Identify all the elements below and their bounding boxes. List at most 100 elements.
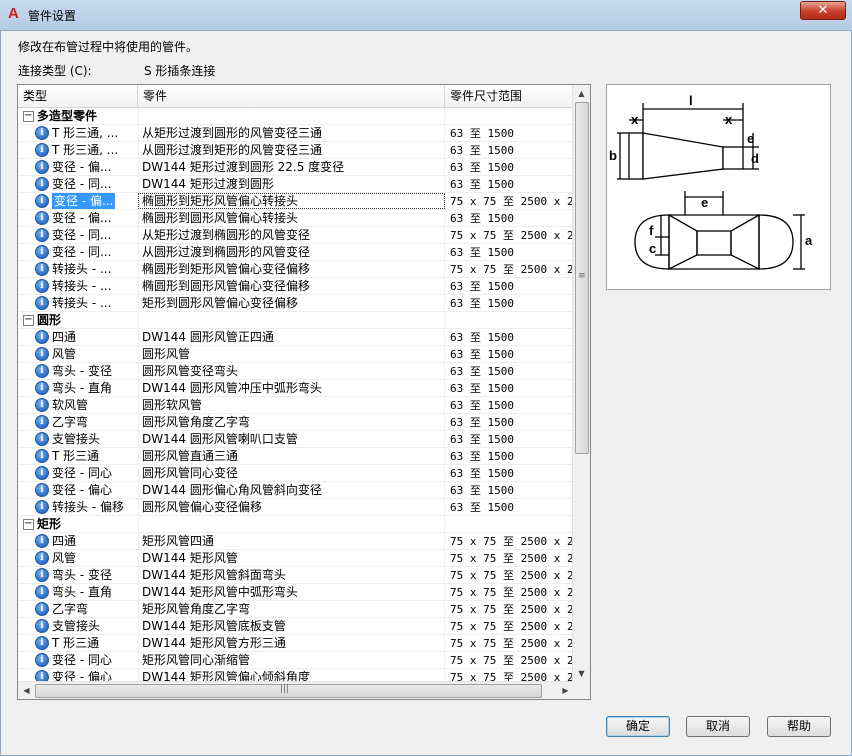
table-row[interactable]: i 弯头 - 变径 圆形风管变径弯头 63 至 1500 xyxy=(18,363,574,380)
part-cell[interactable]: 矩形风管四通 xyxy=(138,533,445,549)
ok-button[interactable]: 确定 xyxy=(606,716,670,737)
table-row[interactable]: i 变径 - 偏... 椭圆形到圆形风管偏心转接头 63 至 1500 xyxy=(18,210,574,227)
group-row[interactable]: − 多造型零件 xyxy=(18,108,574,125)
table-row[interactable]: i 变径 - 同心 圆形风管同心变径 63 至 1500 xyxy=(18,465,574,482)
table-row[interactable]: i 软风管 圆形软风管 63 至 1500 xyxy=(18,397,574,414)
table-row[interactable]: i 转接头 - 偏移 圆形风管偏心变径偏移 63 至 1500 xyxy=(18,499,574,516)
column-header-range[interactable]: 零件尺寸范围 xyxy=(445,85,574,107)
table-row[interactable]: i变径 - 同心矩形风管同心渐缩管75 x 75 至 2500 x 2500 xyxy=(18,652,574,669)
vertical-scrollbar[interactable]: ▲ ≡ ▼ xyxy=(572,85,590,682)
fitting-type: 变径 - 同... xyxy=(52,177,112,191)
fitting-type: T 形三通 xyxy=(52,449,100,463)
type-cell: i 乙字弯 xyxy=(18,414,139,430)
part-cell[interactable]: 圆形风管 xyxy=(138,346,445,362)
table-row[interactable]: iT 形三通 圆形风管直通三通 63 至 1500 xyxy=(18,448,574,465)
part-cell[interactable]: 圆形风管直通三通 xyxy=(138,448,445,464)
type-cell: i 变径 - 同... xyxy=(18,227,139,243)
table-row[interactable]: i 转接头 - ... 椭圆形到圆形风管偏心变径偏移 63 至 1500 xyxy=(18,278,574,295)
fitting-type: T 形三通 xyxy=(52,636,100,650)
part-cell[interactable]: DW144 矩形风管底板支管 xyxy=(138,618,445,634)
cancel-button[interactable]: 取消 xyxy=(686,716,750,737)
part-cell[interactable]: 圆形风管变径弯头 xyxy=(138,363,445,379)
table-row[interactable]: i 弯头 - 直角 DW144 圆形风管冲压中弧形弯头 63 至 1500 xyxy=(18,380,574,397)
table-row[interactable]: i 乙字弯 圆形风管角度乙字弯 63 至 1500 xyxy=(18,414,574,431)
part-cell[interactable]: DW144 圆形风管喇叭口支管 xyxy=(138,431,445,447)
scroll-down-arrow-icon[interactable]: ▼ xyxy=(573,665,590,682)
part-cell[interactable]: 矩形到圆形风管偏心变径偏移 xyxy=(138,295,445,311)
table-row[interactable]: i 弯头 - 变径 DW144 矩形风管斜面弯头 75 x 75 至 2500 x 2… xyxy=(18,567,574,584)
part-cell[interactable]: DW144 矩形风管中弧形弯头 xyxy=(138,584,445,600)
collapse-icon[interactable]: − xyxy=(23,315,34,326)
part-cell[interactable]: 椭圆形到圆形风管偏心变径偏移 xyxy=(138,278,445,294)
column-header-part[interactable]: 零件 xyxy=(138,85,445,107)
fittings-list[interactable]: 类型 零件 零件尺寸范围 − 多造型零件 i T 形三通, ... 从矩形过渡到圆形的风… xyxy=(17,84,591,700)
part-cell[interactable]: 矩形风管角度乙字弯 xyxy=(138,601,445,617)
title-bar[interactable]: A 管件设置 ✕ xyxy=(0,0,852,31)
type-cell: i 风管 xyxy=(18,346,139,362)
range-cell: 63 至 1500 xyxy=(450,161,514,174)
table-row[interactable]: iT 形三通, ... 从矩形过渡到圆形的风管变径三通 63 至 1500 xyxy=(18,125,574,142)
part-cell[interactable]: 圆形软风管 xyxy=(138,397,445,413)
part-cell[interactable]: 椭圆形到圆形风管偏心转接头 xyxy=(138,210,445,226)
fitting-type: 支管接头 xyxy=(52,619,101,633)
table-row[interactable]: i 转接头 - ... 椭圆形到矩形风管偏心变径偏移 75 x 75 至 2500 x… xyxy=(18,261,574,278)
part-cell[interactable]: DW144 矩形过渡到圆形 22.5 度变径 xyxy=(138,159,445,175)
part-cell[interactable]: DW144 矩形风管 xyxy=(138,550,445,566)
part-cell[interactable]: 从矩形过渡到椭圆形的风管变径 xyxy=(138,227,445,243)
part-cell[interactable]: 从矩形过渡到圆形的风管变径三通 xyxy=(138,125,445,141)
table-row[interactable]: i 转接头 - ... 矩形到圆形风管偏心变径偏移 63 至 1500 xyxy=(18,295,574,312)
table-row[interactable]: i 变径 - 偏心 DW144 圆形偏心角风管斜向变径 63 至 1500 xyxy=(18,482,574,499)
horizontal-scrollbar[interactable]: ◀ ||| ▶ xyxy=(18,681,574,699)
scroll-left-arrow-icon[interactable]: ◀ xyxy=(18,682,35,699)
table-row[interactable]: i 弯头 - 直角 DW144 矩形风管中弧形弯头 75 x 75 至 2500 x … xyxy=(18,584,574,601)
part-cell[interactable]: 椭圆形到矩形风管偏心转接头 xyxy=(138,193,445,209)
part-cell[interactable]: 圆形风管偏心变径偏移 xyxy=(138,499,445,515)
part-cell[interactable]: DW144 矩形过渡到圆形 xyxy=(138,176,445,192)
part-cell[interactable]: 从圆形过渡到矩形的风管变径三通 xyxy=(138,142,445,158)
collapse-icon[interactable]: − xyxy=(23,519,34,530)
type-cell: i 变径 - 偏... xyxy=(18,159,139,175)
table-row[interactable]: iT 形三通, ... 从圆形过渡到矩形的风管变径三通 63 至 1500 xyxy=(18,142,574,159)
fitting-type: 变径 - 同心 xyxy=(52,466,112,480)
info-icon: i xyxy=(35,347,49,361)
connection-type-value[interactable]: S 形插条连接 xyxy=(144,62,215,79)
table-row[interactable]: i 变径 - 偏... DW144 矩形过渡到圆形 22.5 度变径 63 至 150… xyxy=(18,159,574,176)
part-cell[interactable]: DW144 圆形偏心角风管斜向变径 xyxy=(138,482,445,498)
info-icon: i xyxy=(35,568,49,582)
group-row[interactable]: − 圆形 xyxy=(18,312,574,329)
table-row[interactable]: i风管DW144 矩形风管75 x 75 至 2500 x 2500 xyxy=(18,550,574,567)
info-icon: i xyxy=(35,585,49,599)
close-button[interactable]: ✕ xyxy=(800,1,846,20)
table-row[interactable]: i支管接头DW144 矩形风管底板支管75 x 75 至 2500 x 2500 xyxy=(18,618,574,635)
table-row[interactable]: i 变径 - 偏... 椭圆形到矩形风管偏心转接头 75 x 75 至 2500 x … xyxy=(18,193,574,210)
part-cell[interactable]: 矩形风管同心渐缩管 xyxy=(138,652,445,668)
column-header-type[interactable]: 类型 xyxy=(18,85,138,107)
scroll-right-arrow-icon[interactable]: ▶ xyxy=(557,682,574,699)
part-cell[interactable]: 圆形风管同心变径 xyxy=(138,465,445,481)
collapse-icon[interactable]: − xyxy=(23,111,34,122)
table-row[interactable]: i 四通 DW144 圆形风管正四通 63 至 1500 xyxy=(18,329,574,346)
part-cell[interactable]: 圆形风管角度乙字弯 xyxy=(138,414,445,430)
fitting-type: 转接头 - ... xyxy=(52,262,112,276)
part-cell[interactable]: DW144 矩形风管方形三通 xyxy=(138,635,445,651)
table-row[interactable]: i乙字弯矩形风管角度乙字弯75 x 75 至 2500 x 2500 xyxy=(18,601,574,618)
range-cell: 63 至 1500 xyxy=(450,501,514,514)
group-row[interactable]: − 矩形 xyxy=(18,516,574,533)
type-cell: i 四通 xyxy=(18,533,139,549)
part-cell[interactable]: 椭圆形到矩形风管偏心变径偏移 xyxy=(138,261,445,277)
table-row[interactable]: i四通矩形风管四通75 x 75 至 2500 x 2500 xyxy=(18,533,574,550)
table-row[interactable]: i 变径 - 同... 从圆形过渡到椭圆形的风管变径 63 至 1500 xyxy=(18,244,574,261)
table-row[interactable]: i 支管接头 DW144 圆形风管喇叭口支管 63 至 1500 xyxy=(18,431,574,448)
part-cell[interactable]: DW144 矩形风管斜面弯头 xyxy=(138,567,445,583)
table-row[interactable]: i 变径 - 同... DW144 矩形过渡到圆形 63 至 1500 xyxy=(18,176,574,193)
table-row[interactable]: iT 形三通DW144 矩形风管方形三通75 x 75 至 2500 x 250… xyxy=(18,635,574,652)
scroll-up-arrow-icon[interactable]: ▲ xyxy=(573,85,590,102)
part-cell[interactable]: DW144 圆形风管正四通 xyxy=(138,329,445,345)
dim-label-c: c xyxy=(649,241,656,256)
table-row[interactable]: i 风管 圆形风管 63 至 1500 xyxy=(18,346,574,363)
group-cell: − 多造型零件 xyxy=(18,108,139,124)
part-cell[interactable]: 从圆形过渡到椭圆形的风管变径 xyxy=(138,244,445,260)
part-cell[interactable]: DW144 圆形风管冲压中弧形弯头 xyxy=(138,380,445,396)
table-row[interactable]: i 变径 - 同... 从矩形过渡到椭圆形的风管变径 75 x 75 至 2500 x… xyxy=(18,227,574,244)
help-button[interactable]: 帮助 xyxy=(767,716,831,737)
